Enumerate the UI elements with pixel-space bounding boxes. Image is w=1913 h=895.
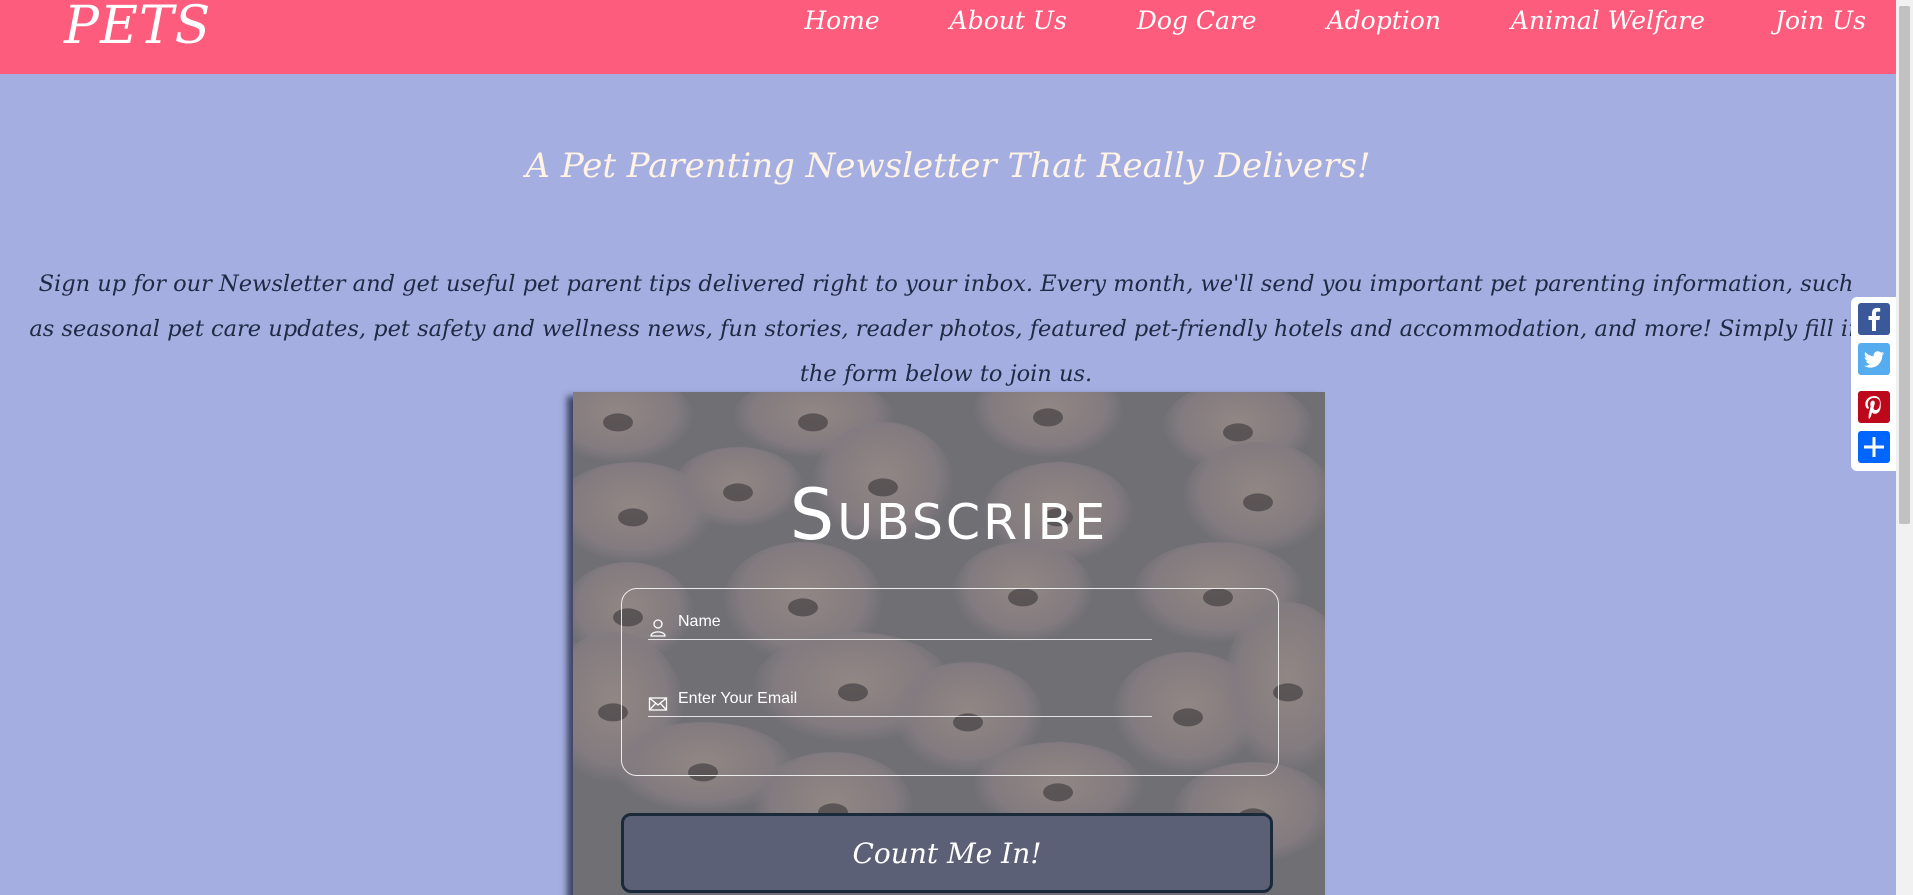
newsletter-intro-text: Sign up for our Newsletter and get usefu… bbox=[29, 271, 1863, 387]
nav-item-join-us[interactable]: Join Us bbox=[1775, 6, 1866, 35]
share-plus-icon bbox=[1864, 437, 1884, 457]
social-share-rail bbox=[1851, 297, 1897, 471]
email-field bbox=[648, 680, 1152, 717]
page-headline: A Pet Parenting Newsletter That Really D… bbox=[525, 146, 1371, 186]
nav-item-adoption[interactable]: Adoption bbox=[1327, 6, 1441, 35]
main-nav: Home About Us Dog Care Adoption Animal W… bbox=[734, 6, 1866, 35]
subscribe-title: Subscribe bbox=[789, 474, 1109, 556]
more-share-button[interactable] bbox=[1858, 431, 1890, 463]
user-icon bbox=[648, 617, 668, 637]
nav-item-home[interactable]: Home bbox=[804, 6, 879, 35]
scrollbar-thumb[interactable] bbox=[1899, 6, 1910, 524]
twitter-share-button[interactable] bbox=[1858, 343, 1890, 375]
pinterest-share-button[interactable] bbox=[1858, 391, 1890, 423]
subscribe-card: Subscribe Name Enter Your Email Count Me… bbox=[573, 392, 1325, 895]
email-input[interactable] bbox=[676, 684, 1150, 714]
name-input[interactable] bbox=[676, 607, 1150, 637]
subscribe-form bbox=[621, 588, 1279, 776]
count-me-in-button[interactable]: Count Me In! bbox=[621, 813, 1273, 893]
nav-item-about-us[interactable]: About Us bbox=[950, 6, 1067, 35]
envelope-icon bbox=[648, 694, 668, 714]
vertical-scrollbar[interactable] bbox=[1896, 0, 1913, 895]
page: PETS Home About Us Dog Care Adoption Ani… bbox=[0, 0, 1913, 895]
top-nav-bar: PETS Home About Us Dog Care Adoption Ani… bbox=[0, 0, 1896, 74]
twitter-icon bbox=[1864, 351, 1885, 368]
pinterest-icon bbox=[1865, 396, 1881, 420]
site-logo[interactable]: PETS bbox=[64, 0, 211, 56]
nav-item-animal-welfare[interactable]: Animal Welfare bbox=[1511, 6, 1705, 35]
facebook-icon bbox=[1868, 307, 1881, 331]
nav-item-dog-care[interactable]: Dog Care bbox=[1137, 6, 1257, 35]
name-field bbox=[648, 603, 1152, 640]
facebook-share-button[interactable] bbox=[1858, 303, 1890, 335]
